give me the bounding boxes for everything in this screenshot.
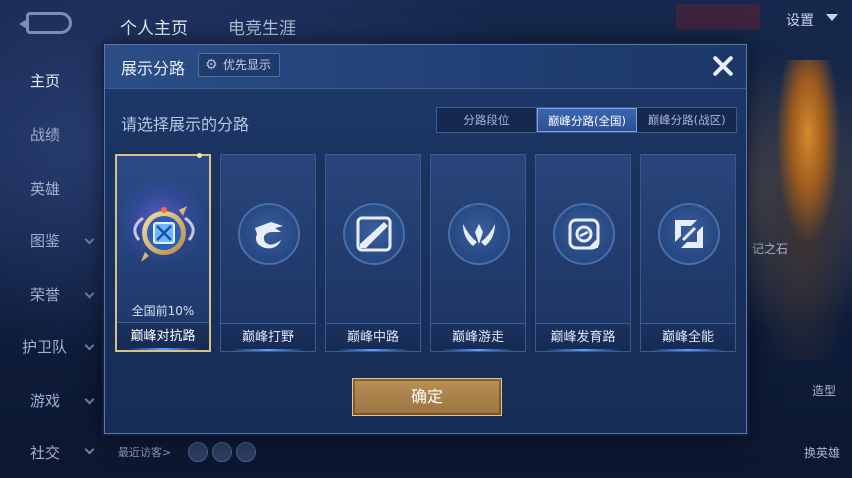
sidebar-item-heroes[interactable]: 英雄 [30, 178, 100, 199]
dragon-icon [238, 203, 300, 265]
lane-card-label: 巅峰中路 [326, 323, 420, 351]
lane-card-label: 巅峰对抗路 [117, 322, 209, 350]
background-label: 记之石 [752, 242, 789, 256]
gear-icon: ⚙ [205, 57, 218, 73]
priority-display-button[interactable]: ⚙ 优先显示 [198, 53, 281, 77]
sidebar-item-record[interactable]: 战绩 [30, 124, 100, 145]
lane-card-label: 巅峰游走 [431, 323, 525, 351]
select-lane-prompt: 请选择展示的分路 [121, 115, 250, 134]
lane-card-label: 巅峰发育路 [536, 323, 630, 351]
lane-card-top[interactable]: 全国前10% 巅峰对抗路 [115, 153, 211, 352]
chevron-down-icon[interactable] [826, 14, 838, 21]
back-arrow-icon[interactable] [19, 12, 72, 34]
confirm-button[interactable]: 确定 [352, 378, 502, 416]
lane-card-list: 全国前10% 巅峰对抗路 巅峰打野 巅峰中路 巅峰游走 巅峰发育路 巅峰全能 [115, 153, 739, 354]
settings-button[interactable]: 设置 [786, 10, 814, 30]
dialog-header: 展示分路 ⚙ 优先显示 [105, 45, 746, 89]
lane-card-mid[interactable]: 巅峰中路 [325, 154, 421, 352]
visitor-avatar[interactable] [236, 442, 256, 462]
target-icon [553, 203, 615, 265]
tab-personal-home[interactable]: 个人主页 [120, 14, 188, 39]
change-hero-button[interactable]: 换英雄 [804, 444, 840, 461]
priority-display-label: 优先显示 [223, 58, 272, 72]
close-icon[interactable] [706, 49, 740, 83]
lane-card-roam[interactable]: 巅峰游走 [430, 154, 526, 352]
lane-card-label: 巅峰全能 [641, 323, 735, 351]
rank-text: 全国前10% [131, 304, 195, 318]
lane-type-tabs: 分路段位 巅峰分路(全国) 巅峰分路(战区) [436, 107, 737, 133]
sidebar-item-guard-team[interactable]: 护卫队 [22, 336, 92, 357]
dialog-title: 展示分路 [121, 59, 186, 78]
display-lane-dialog: 展示分路 ⚙ 优先显示 请选择展示的分路 分路段位 巅峰分路(全国) 巅峰分路(… [104, 44, 747, 434]
hero-character-image [742, 60, 852, 360]
tab-esports-career[interactable]: 电竞生涯 [228, 14, 296, 39]
recent-visitors-link[interactable]: 最近访客> [118, 444, 171, 460]
visitor-avatar[interactable] [188, 442, 208, 462]
wings-icon [448, 203, 510, 265]
swirl-icon [658, 203, 720, 265]
tab-lane-rank[interactable]: 分路段位 [437, 108, 537, 132]
slash-icon [343, 203, 405, 265]
sidebar-item-home[interactable]: 主页 [30, 70, 100, 91]
tab-peak-lane-national[interactable]: 巅峰分路(全国) [536, 108, 638, 132]
skin-button[interactable]: 造型 [812, 382, 836, 399]
lane-card-adc[interactable]: 巅峰发育路 [535, 154, 631, 352]
medal-icon [133, 206, 195, 262]
notification-badge[interactable] [676, 4, 760, 30]
lane-card-jungle[interactable]: 巅峰打野 [220, 154, 316, 352]
lane-card-label: 巅峰打野 [221, 323, 315, 351]
visitor-avatar[interactable] [212, 442, 232, 462]
selected-marker [197, 153, 202, 158]
tab-peak-lane-region[interactable]: 巅峰分路(战区) [637, 108, 736, 132]
lane-card-all-round[interactable]: 巅峰全能 [640, 154, 736, 352]
